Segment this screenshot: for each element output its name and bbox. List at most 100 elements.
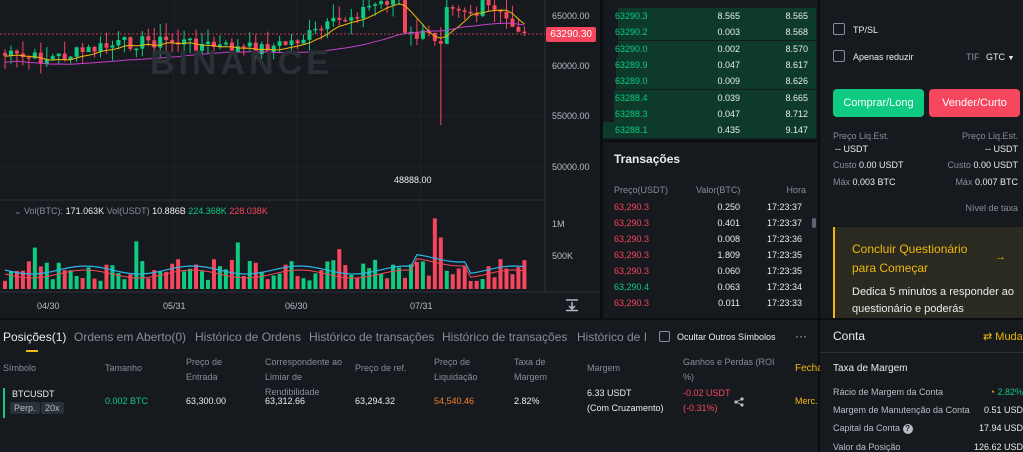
switch-button[interactable]: ⇄ Mudar (983, 330, 1023, 343)
leverage-badge[interactable]: 20x (41, 402, 64, 414)
share-icon[interactable] (734, 397, 744, 407)
candle-body (349, 17, 354, 21)
tpsl-label: TP/SL (853, 25, 879, 35)
candle-body (86, 46, 91, 52)
orderbook-row[interactable]: 63288.3 0.047 8.712 (603, 105, 818, 122)
price-axis-label: 60000.00 (552, 61, 590, 71)
hide-other-symbols-checkbox[interactable] (659, 331, 670, 342)
volume-bar (211, 259, 216, 289)
volume-bar (462, 266, 467, 289)
candle-body (14, 50, 19, 54)
more-icon[interactable]: ··· (795, 329, 807, 344)
date-axis-label: 06/30 (285, 301, 308, 311)
orderbook-row[interactable]: 63290.0 0.002 8.570 (603, 40, 818, 57)
volume-bar (468, 280, 473, 289)
candle-body (8, 50, 13, 56)
price-axis-label: 65000.00 (552, 11, 590, 21)
col-pnl: Ganhos e Perdas (ROI %) (683, 357, 775, 382)
scale-settings-icon[interactable] (564, 298, 580, 312)
tab-transaction-history[interactable]: Histórico de transações (442, 330, 567, 344)
chevron-down-icon[interactable]: ⌄ (14, 206, 24, 216)
candle-body (295, 40, 300, 44)
tab-history-truncated[interactable]: Histórico de I (577, 330, 647, 344)
position-symbol[interactable]: BTCUSDT (12, 387, 55, 402)
long-indicator (3, 388, 5, 418)
candle-body (444, 7, 449, 44)
trade-qty: 0.250 (717, 202, 740, 212)
sell-liq-value: -- USDT (985, 144, 1018, 154)
orderbook-row[interactable]: 63289.9 0.047 8.617 (603, 56, 818, 73)
trade-qty: 0.063 (717, 282, 740, 292)
tab-positions[interactable]: Posições(1) (3, 330, 66, 344)
sell-short-button[interactable]: Vender/Curto (929, 89, 1020, 117)
fee-level-link[interactable]: Nível de taxa (965, 203, 1018, 213)
orderbook-row[interactable]: 63289.0 0.009 8.626 (603, 73, 818, 90)
volume-bar (337, 249, 342, 289)
volume-bar (289, 261, 294, 289)
volume-bar (68, 270, 73, 289)
volume-bar (480, 279, 485, 289)
candlestick-chart[interactable]: BINANCE 63290.30 48888.00 65000.00 60000… (0, 0, 600, 318)
orderbook-row[interactable]: 63290.2 0.003 8.568 (603, 24, 818, 41)
tab-trade-history[interactable]: Histórico de transações (309, 330, 434, 344)
trades-title: Transações (614, 152, 681, 166)
position-pnl: -0.02 USDT (683, 388, 731, 398)
reduce-only-checkbox[interactable] (833, 50, 845, 62)
volume-bar (235, 242, 240, 289)
orderbook-row[interactable]: 63288.4 0.039 8.665 (603, 89, 818, 106)
volume-bar (277, 273, 282, 289)
position-value-value: 126.62 USD (973, 442, 1023, 452)
candle-body (391, 0, 396, 5)
maintenance-margin-value: 0.51 USD (983, 405, 1023, 415)
position-margin: 6.33 USDT (587, 388, 632, 398)
volume-legend: ⌄ Vol(BTC): 171.063K Vol(USDT) 10.886B 2… (14, 206, 268, 216)
market-close-button[interactable]: Merc. (795, 394, 818, 409)
candle-body (522, 31, 527, 34)
quiz-banner[interactable]: Concluir Questionário para Começar → Ded… (833, 227, 1023, 318)
orderbook-price: 63288.4 (615, 92, 648, 103)
candle-body (98, 43, 103, 52)
candle-body (361, 6, 366, 19)
volume-bar (379, 273, 384, 289)
buy-long-button[interactable]: Comprar/Long (833, 89, 924, 117)
orderbook-total: 8.665 (785, 92, 808, 103)
sell-cost: Custo 0.00 USDT (947, 160, 1018, 170)
date-axis-label: 04/30 (37, 301, 60, 311)
candle-body (331, 17, 336, 22)
orderbook-row[interactable]: 63288.1 0.435 9.147 (603, 122, 818, 139)
volume-bar (158, 270, 163, 289)
candle-body (355, 17, 360, 19)
volume-bar (134, 241, 139, 289)
account-margin-ratio-value: ◔ 2.82% (989, 387, 1023, 397)
orderbook-qty: 0.047 (717, 108, 740, 119)
candle-body (385, 1, 390, 5)
candle-body (3, 52, 7, 56)
candle-body (504, 11, 509, 19)
position-margin-mode: (Com Cruzamento) (587, 403, 664, 413)
volume-bar (522, 260, 527, 289)
info-icon[interactable]: ? (902, 424, 913, 434)
price-axis-label: 55000.00 (552, 111, 590, 121)
caret-down-icon: ▼ (1007, 55, 1015, 62)
orderbook-qty: 0.003 (717, 27, 740, 38)
tab-order-history[interactable]: Histórico de Ordens (195, 330, 301, 344)
volume-bar (414, 261, 419, 289)
volume-bar (74, 275, 79, 289)
tpsl-checkbox[interactable] (833, 23, 845, 35)
position-margin-rate: 2.82% (514, 396, 540, 406)
tab-open-orders[interactable]: Ordens em Aberto(0) (74, 330, 186, 344)
orderbook-price: 63289.0 (615, 76, 648, 87)
volume-bar (146, 278, 151, 289)
account-panel: Conta ⇄ Mudar Taxa de Margem Rácio de Ma… (820, 320, 1023, 452)
trades-scrollbar[interactable] (812, 218, 816, 228)
trade-row: 63,290.3 0.060 17:23:35 (603, 266, 818, 282)
orderbook-row[interactable]: 63290.3 8.565 8.565 (603, 8, 818, 24)
candle-body (164, 36, 169, 41)
maintenance-margin-label: Margem de Manutenção da Conta (833, 405, 970, 415)
tif-select[interactable]: GTC ▼ (986, 52, 1014, 62)
volume-bar (361, 263, 366, 289)
trade-time: 17:23:34 (766, 282, 802, 292)
position-ref: 63,294.32 (355, 396, 396, 406)
trade-row: 63,290.3 0.401 17:23:37 (603, 218, 818, 234)
buy-liq-value: -- USDT (835, 144, 868, 154)
